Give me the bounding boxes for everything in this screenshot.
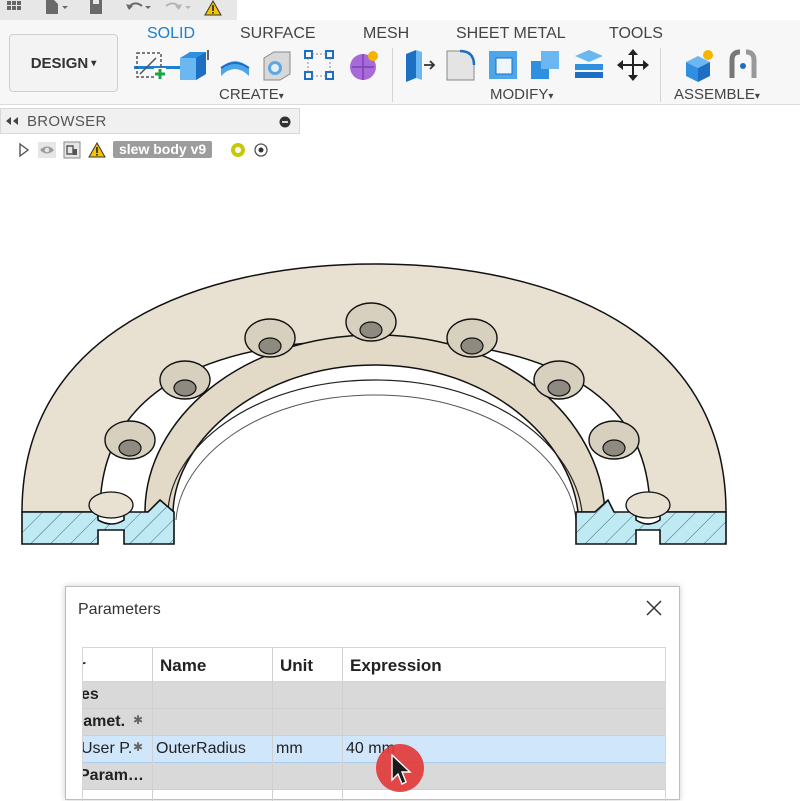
chevron-down-icon: ▾ [278, 91, 284, 102]
document-name[interactable]: slew body v9 [113, 141, 213, 158]
undo-icon[interactable] [124, 0, 152, 16]
browser-panel-header: BROWSER [0, 108, 300, 134]
chevron-down-icon: ▾ [754, 91, 760, 102]
document-icon [63, 141, 81, 159]
press-pull-icon[interactable] [402, 48, 436, 82]
modify-label-text: MODIFY [490, 86, 549, 103]
chevron-down-icon: ▾ [548, 91, 554, 102]
shell-icon[interactable] [486, 48, 520, 82]
fillet-icon[interactable] [444, 48, 478, 82]
browser-title: BROWSER [27, 113, 107, 130]
slew-body-model[interactable] [0, 160, 800, 585]
model-viewport[interactable] [0, 160, 800, 585]
column-header-expression[interactable]: Expression [350, 656, 442, 676]
browser-root-node[interactable]: slew body v9 [18, 140, 278, 160]
chevron-down-icon: ▾ [91, 57, 97, 69]
tab-tools[interactable]: TOOLS [609, 25, 663, 43]
create-sketch-icon[interactable] [134, 48, 168, 82]
quick-access-bar [0, 0, 237, 20]
column-header-name[interactable]: Name [160, 656, 206, 676]
table-row[interactable]: es [83, 682, 665, 709]
column-divider [152, 647, 153, 801]
expand-arrow-icon[interactable] [18, 142, 30, 158]
split-face-icon[interactable] [572, 48, 606, 82]
file-menu-icon[interactable] [44, 0, 70, 16]
row-parameter-group: Param… [82, 767, 144, 784]
group-separator [660, 48, 661, 102]
favorite-star-icon[interactable]: ✱ [133, 713, 143, 727]
row-parameter-group: User P. [82, 740, 133, 757]
create-form-icon[interactable] [346, 48, 380, 82]
column-header-parameter[interactable]: r [83, 656, 86, 676]
activate-radio-icon[interactable] [254, 143, 268, 157]
create-group-label[interactable]: CREATE▾ [219, 86, 284, 103]
table-row[interactable]: User P. ✱ OuterRadius mm 40 mm [83, 736, 665, 763]
workspace-switcher-button[interactable]: DESIGN ▾ [9, 34, 118, 92]
assemble-group-label[interactable]: ASSEMBLE▾ [674, 86, 760, 103]
warning-icon [88, 142, 106, 158]
favorite-star-icon[interactable]: ✱ [133, 740, 143, 754]
column-divider [272, 647, 273, 801]
column-header-unit[interactable]: Unit [280, 656, 313, 676]
revolve-icon[interactable] [218, 48, 252, 82]
visibility-eye-icon[interactable] [38, 142, 56, 158]
table-header: r Name Unit Expression [83, 647, 665, 682]
modify-group-label[interactable]: MODIFY▾ [490, 86, 553, 103]
component-gear-icon[interactable] [230, 142, 246, 158]
parameter-name[interactable]: OuterRadius [156, 740, 246, 758]
warning-icon[interactable] [204, 0, 222, 16]
create-label-text: CREATE [219, 86, 279, 103]
table-row[interactable]: Param… [83, 763, 665, 790]
rectangular-pattern-icon[interactable] [302, 48, 336, 82]
hole-icon[interactable] [260, 48, 294, 82]
tab-sheet-metal[interactable]: SHEET METAL [456, 25, 566, 43]
parameter-unit[interactable]: mm [276, 740, 303, 758]
tab-surface[interactable]: SURFACE [240, 25, 316, 43]
column-divider [342, 647, 343, 801]
move-copy-icon[interactable] [616, 48, 650, 82]
grid-menu-icon[interactable] [6, 0, 22, 16]
tab-mesh[interactable]: MESH [363, 25, 409, 43]
combine-icon[interactable] [528, 48, 562, 82]
parameters-table: r Name Unit Expression es ramet. ✱ User … [82, 647, 666, 801]
table-row[interactable]: ramet. ✱ [83, 709, 665, 736]
ribbon-toolbar: DESIGN ▾ SOLID SURFACE MESH SHEET METAL … [0, 20, 800, 105]
assemble-label-text: ASSEMBLE [674, 86, 755, 103]
collapse-panel-icon[interactable] [5, 116, 19, 126]
redo-icon[interactable] [164, 0, 192, 16]
extrude-icon[interactable] [176, 48, 210, 82]
dialog-title: Parameters [78, 601, 161, 618]
tab-solid[interactable]: SOLID [147, 25, 195, 43]
save-icon[interactable] [88, 0, 104, 16]
workspace-label: DESIGN [30, 54, 89, 72]
group-separator [392, 48, 393, 102]
row-parameter-group: es [82, 686, 99, 703]
new-component-icon[interactable] [682, 48, 716, 82]
close-icon[interactable] [643, 597, 665, 619]
row-parameter-group: ramet. [83, 713, 126, 730]
parameters-dialog: Parameters r Name Unit Expression es ram… [65, 586, 680, 801]
mouse-pointer-icon [391, 754, 412, 785]
minimize-panel-icon[interactable] [279, 116, 291, 128]
joint-icon[interactable] [726, 48, 760, 82]
